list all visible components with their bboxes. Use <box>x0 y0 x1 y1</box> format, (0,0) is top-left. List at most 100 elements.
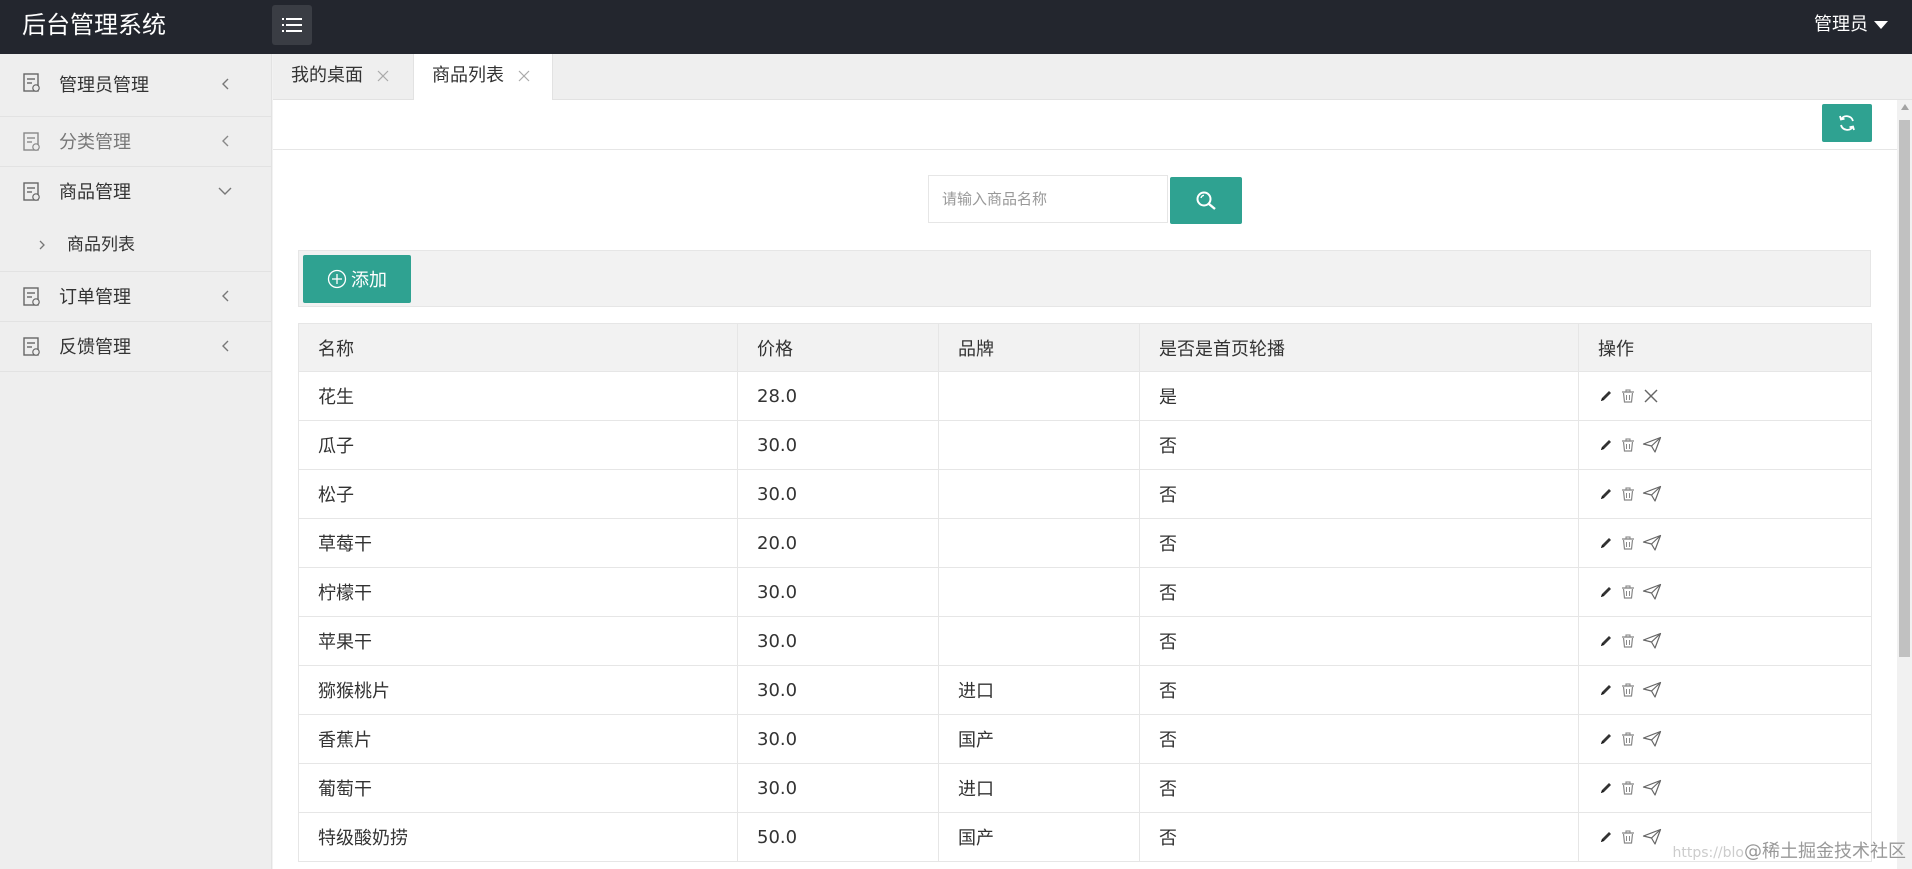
doc-icon <box>23 287 40 306</box>
menu-list-icon <box>282 18 302 32</box>
edit-icon[interactable] <box>1598 780 1614 796</box>
close-icon[interactable] <box>518 70 530 82</box>
trash-icon[interactable] <box>1620 633 1636 649</box>
table-row: 瓜子 30.0 否 <box>298 420 1872 470</box>
cell-carousel: 否 <box>1139 567 1579 617</box>
tab-goods-list[interactable]: 商品列表 <box>413 54 553 101</box>
cell-actions <box>1578 714 1872 764</box>
send-icon[interactable] <box>1642 779 1662 797</box>
cell-carousel: 否 <box>1139 616 1579 666</box>
close-icon[interactable] <box>377 70 389 82</box>
search-input[interactable] <box>928 175 1168 223</box>
cell-carousel: 否 <box>1139 518 1579 568</box>
sidebar-item-goods[interactable]: 商品管理 <box>0 167 271 217</box>
chevron-right-icon <box>39 240 45 250</box>
sidebar-item-label: 分类管理 <box>59 132 131 153</box>
row-actions <box>1598 436 1871 454</box>
trash-icon[interactable] <box>1620 731 1636 747</box>
refresh-button[interactable] <box>1822 104 1872 142</box>
cell-actions <box>1578 420 1872 470</box>
edit-icon[interactable] <box>1598 437 1614 453</box>
row-actions <box>1598 485 1871 503</box>
trash-icon[interactable] <box>1620 437 1636 453</box>
edit-icon[interactable] <box>1598 584 1614 600</box>
trash-icon[interactable] <box>1620 780 1636 796</box>
trash-icon[interactable] <box>1620 829 1636 845</box>
chevron-left-icon <box>222 290 229 302</box>
edit-icon[interactable] <box>1598 829 1614 845</box>
cell-name: 柠檬干 <box>298 567 738 617</box>
menu-toggle-button[interactable] <box>272 5 312 45</box>
cell-price: 28.0 <box>737 371 939 421</box>
send-icon[interactable] <box>1642 681 1662 699</box>
cell-name: 苹果干 <box>298 616 738 666</box>
scroll-up-arrow-icon[interactable] <box>1901 104 1909 110</box>
cell-name: 特级酸奶捞 <box>298 812 738 862</box>
scroll-thumb[interactable] <box>1899 120 1910 657</box>
chevron-left-icon <box>222 135 229 147</box>
trash-icon[interactable] <box>1620 486 1636 502</box>
cell-actions <box>1578 616 1872 666</box>
table-row: 草莓干 20.0 否 <box>298 518 1872 568</box>
tab-bar: 我的桌面 商品列表 <box>273 54 1912 101</box>
column-header-actions: 操作 <box>1578 323 1872 372</box>
edit-icon[interactable] <box>1598 731 1614 747</box>
edit-icon[interactable] <box>1598 535 1614 551</box>
trash-icon[interactable] <box>1620 388 1636 404</box>
edit-icon[interactable] <box>1598 633 1614 649</box>
cell-actions <box>1578 518 1872 568</box>
add-button[interactable]: 添加 <box>303 255 411 303</box>
send-icon[interactable] <box>1642 583 1662 601</box>
close-icon[interactable] <box>1642 387 1660 405</box>
cell-price: 50.0 <box>737 812 939 862</box>
sidebar-item-feedback[interactable]: 反馈管理 <box>0 322 271 372</box>
chevron-left-icon <box>222 340 229 352</box>
edit-icon[interactable] <box>1598 486 1614 502</box>
send-icon[interactable] <box>1642 730 1662 748</box>
trash-icon[interactable] <box>1620 535 1636 551</box>
edit-icon[interactable] <box>1598 682 1614 698</box>
cell-brand: 进口 <box>938 763 1140 813</box>
sidebar-item-category[interactable]: 分类管理 <box>0 117 271 167</box>
sidebar-item-admin[interactable]: 管理员管理 <box>0 54 271 117</box>
trash-icon[interactable] <box>1620 584 1636 600</box>
cell-price: 30.0 <box>737 469 939 519</box>
user-menu[interactable]: 管理员 <box>1814 0 1888 50</box>
app-logo: 后台管理系统 <box>22 11 166 39</box>
table-body: 花生 28.0 是瓜子 30.0 否松子 30.0 否草莓干 20.0 否柠檬干 30.0 否苹果干… <box>298 371 1872 862</box>
cell-brand <box>938 518 1140 568</box>
cell-brand <box>938 371 1140 421</box>
doc-icon <box>23 337 40 356</box>
search-button[interactable] <box>1170 177 1242 224</box>
sidebar-item-label: 管理员管理 <box>59 75 149 96</box>
content-toolbar <box>273 100 1912 150</box>
send-icon[interactable] <box>1642 485 1662 503</box>
cell-name: 猕猴桃片 <box>298 665 738 715</box>
watermark: https://blo@稀土掘金技术社区 <box>1672 837 1906 863</box>
sidebar-item-label: 商品列表 <box>67 235 135 255</box>
table-row: 花生 28.0 是 <box>298 371 1872 421</box>
cell-brand <box>938 469 1140 519</box>
table-row: 柠檬干 30.0 否 <box>298 567 1872 617</box>
sidebar-item-orders[interactable]: 订单管理 <box>0 272 271 322</box>
sidebar-subitem-goods-list[interactable]: 商品列表 <box>0 217 271 272</box>
cell-carousel: 是 <box>1139 371 1579 421</box>
cell-carousel: 否 <box>1139 469 1579 519</box>
send-icon[interactable] <box>1642 436 1662 454</box>
table-row: 香蕉片 30.0 国产否 <box>298 714 1872 764</box>
trash-icon[interactable] <box>1620 682 1636 698</box>
content-scrollbar[interactable] <box>1897 100 1912 869</box>
tab-desktop[interactable]: 我的桌面 <box>273 54 413 100</box>
tab-label: 商品列表 <box>432 65 504 86</box>
plus-circle-icon <box>327 269 347 289</box>
cell-carousel: 否 <box>1139 420 1579 470</box>
edit-icon[interactable] <box>1598 388 1614 404</box>
cell-price: 30.0 <box>737 763 939 813</box>
watermark-text: @稀土掘金技术社区 <box>1744 841 1906 862</box>
send-icon[interactable] <box>1642 632 1662 650</box>
send-icon[interactable] <box>1642 828 1662 846</box>
send-icon[interactable] <box>1642 534 1662 552</box>
cell-price: 30.0 <box>737 714 939 764</box>
caret-down-icon <box>1874 21 1888 29</box>
table-row: 特级酸奶捞 50.0 国产否 <box>298 812 1872 862</box>
